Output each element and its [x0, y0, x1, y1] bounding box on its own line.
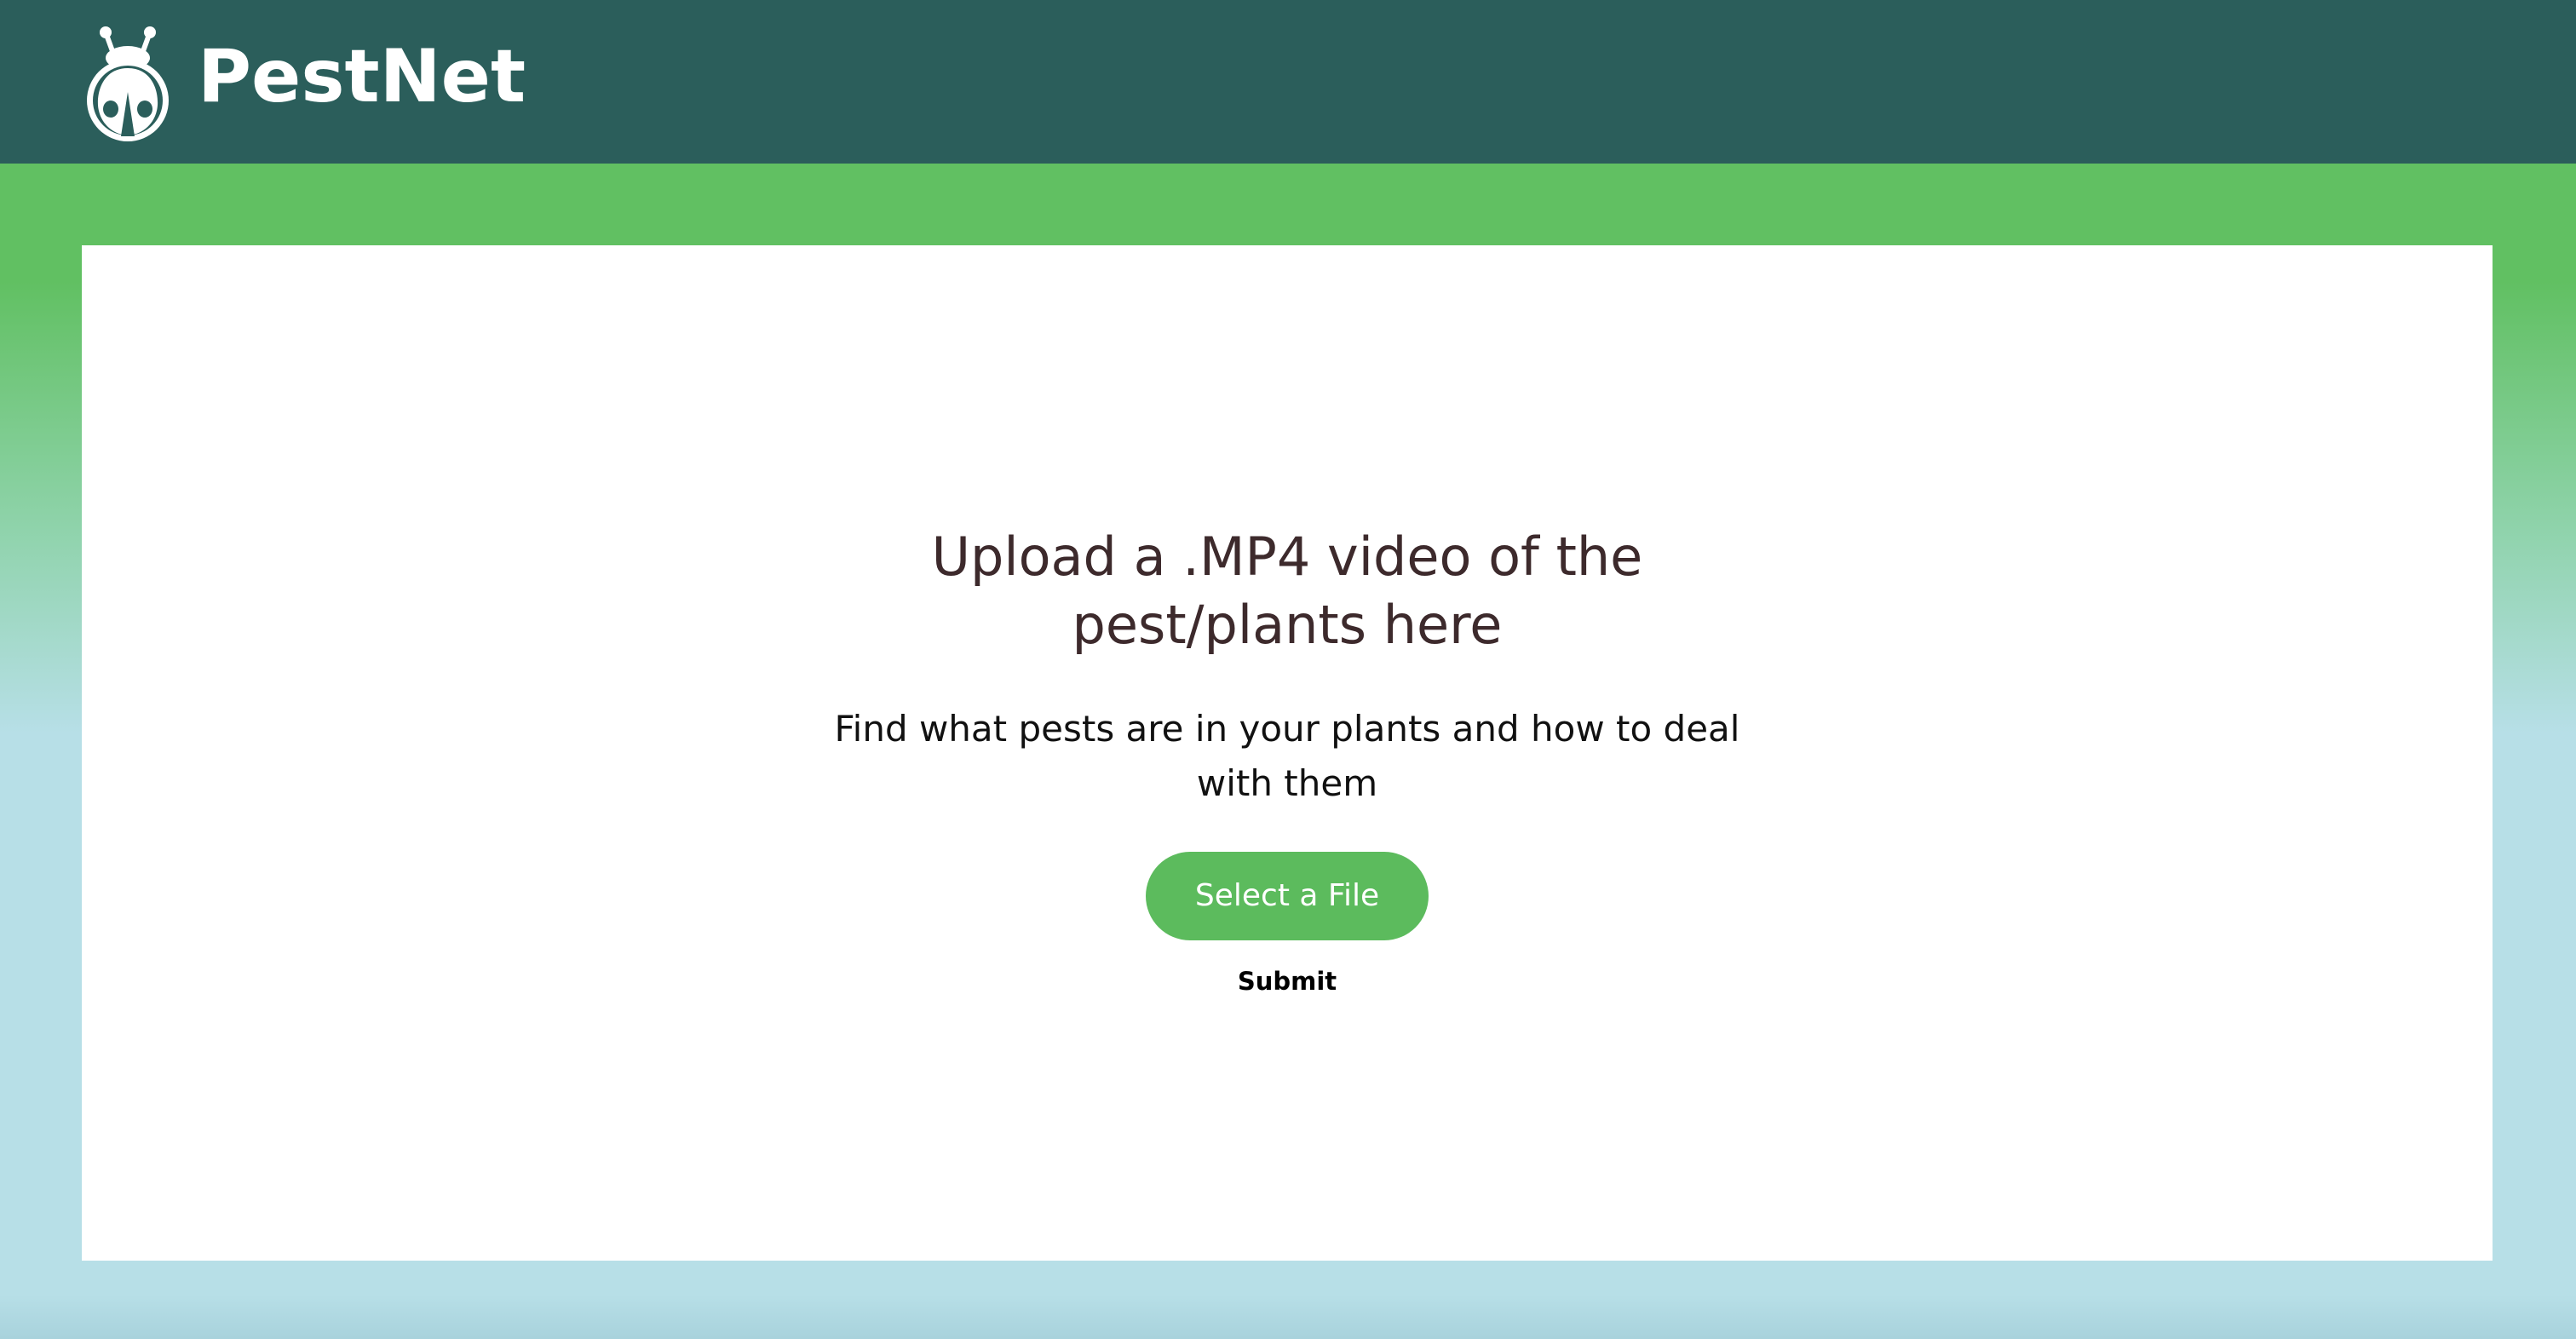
ladybug-icon[interactable] — [80, 26, 175, 141]
upload-card: Upload a .MP4 video of the pest/plants h… — [82, 245, 2493, 1261]
upload-subtitle: Find what pests are in your plants and h… — [834, 708, 1740, 804]
brand-name[interactable]: PestNet — [198, 29, 526, 124]
upload-content: Upload a .MP4 video of the pest/plants h… — [82, 245, 2493, 1261]
submit-button[interactable]: Submit — [1233, 963, 1342, 1000]
upload-title: Upload a .MP4 video of the pest/plants h… — [931, 526, 1643, 656]
top-bar: PestNet — [0, 0, 2576, 164]
select-file-button[interactable]: Select a File — [1146, 852, 1429, 940]
